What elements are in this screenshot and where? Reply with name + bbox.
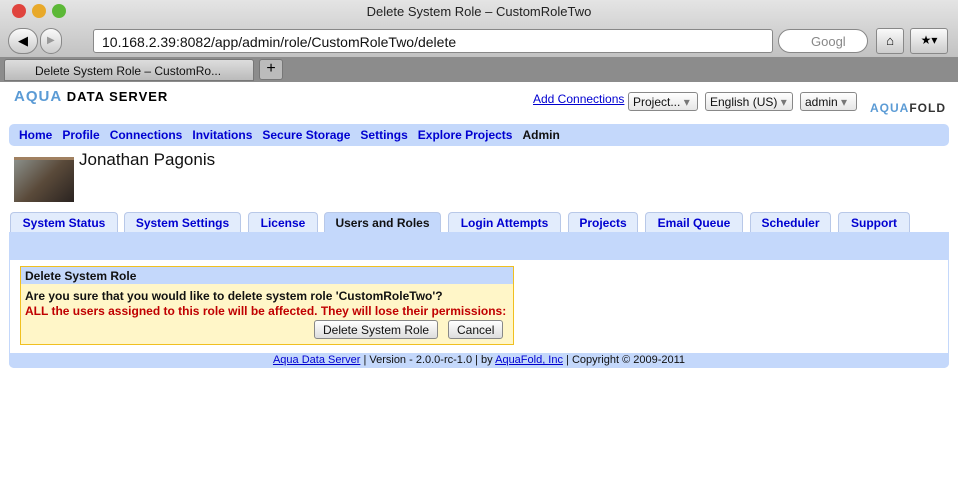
tab-system-status[interactable]: System Status: [10, 212, 118, 233]
nav-admin: Admin: [522, 128, 560, 142]
home-button[interactable]: ⌂: [876, 28, 904, 54]
forward-button[interactable]: ▶: [40, 28, 62, 54]
nav-settings[interactable]: Settings: [360, 128, 407, 142]
tab-scheduler[interactable]: Scheduler: [750, 212, 831, 233]
tab-login-attempts[interactable]: Login Attempts: [448, 212, 561, 233]
project-select[interactable]: Project...: [628, 92, 698, 111]
footer-product-link[interactable]: Aqua Data Server: [273, 354, 360, 366]
delete-system-role-button[interactable]: Delete System Role: [314, 320, 439, 339]
tab-users-and-roles[interactable]: Users and Roles: [324, 212, 441, 233]
dialog-title: Delete System Role: [21, 267, 513, 284]
footer-version: | Version - 2.0.0-rc-1.0 | by: [360, 354, 496, 366]
cancel-button[interactable]: Cancel: [448, 320, 504, 339]
aqua-data-server-logo: AQUA DATA SERVER: [14, 88, 169, 105]
nav-profile[interactable]: Profile: [62, 128, 99, 142]
main-nav: Home Profile Connections Invitations Secure …: [9, 124, 949, 146]
back-button[interactable]: ◀: [8, 28, 38, 54]
footer: Aqua Data Server | Version - 2.0.0-rc-1.…: [9, 353, 949, 368]
footer-company-link[interactable]: AquaFold, Inc: [495, 354, 563, 366]
tab-support[interactable]: Support: [838, 212, 910, 233]
nav-secure-storage[interactable]: Secure Storage: [262, 128, 350, 142]
tab-system-settings[interactable]: System Settings: [124, 212, 241, 233]
window-title: Delete System Role – CustomRoleTwo: [366, 4, 592, 19]
add-connections-link[interactable]: Add Connections: [533, 92, 624, 106]
nav-home[interactable]: Home: [19, 128, 52, 142]
warning-text: ALL the users assigned to this role will…: [25, 304, 507, 318]
language-select[interactable]: English (US): [705, 92, 793, 111]
url-bar[interactable]: 10.168.2.39:8082/app/admin/role/CustomRo…: [93, 29, 773, 53]
aquafold-logo: AQUAFOLD: [870, 101, 947, 115]
browser-tab[interactable]: Delete System Role – CustomRo...: [4, 59, 254, 81]
bookmarks-button[interactable]: ★▾: [910, 28, 948, 54]
search-input[interactable]: Googl: [778, 29, 868, 53]
user-name: Jonathan Pagonis: [79, 150, 216, 169]
tab-email-queue[interactable]: Email Queue: [645, 212, 743, 233]
tab-projects[interactable]: Projects: [568, 212, 638, 233]
user-select[interactable]: admin: [800, 92, 857, 111]
footer-copyright: | Copyright © 2009-2011: [562, 354, 686, 366]
nav-invitations[interactable]: Invitations: [192, 128, 252, 142]
browser-chrome: Delete System Role – CustomRoleTwo ◀ ▶ 1…: [0, 0, 958, 82]
avatar: [14, 157, 74, 202]
tab-license[interactable]: License: [248, 212, 318, 233]
delete-role-dialog: Delete System Role Are you sure that you…: [20, 266, 514, 345]
nav-explore-projects[interactable]: Explore Projects: [418, 128, 513, 142]
confirm-question: Are you sure that you would like to dele…: [25, 289, 443, 303]
nav-connections[interactable]: Connections: [110, 128, 183, 142]
new-tab-button[interactable]: +: [259, 59, 283, 80]
